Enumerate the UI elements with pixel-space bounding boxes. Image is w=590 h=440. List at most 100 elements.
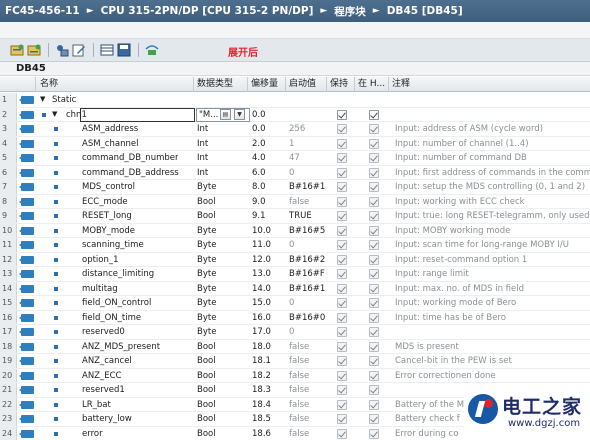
in-hmi-checkbox[interactable] [369,428,379,439]
header-offset[interactable]: 偏移量 [248,77,286,92]
element-type[interactable]: Bool [197,209,249,223]
in-hmi-checkbox[interactable] [369,356,379,366]
retain-checkbox[interactable] [337,399,347,410]
element-type[interactable]: Int [197,122,249,136]
element-name[interactable]: scanning_time [82,238,144,252]
element-type[interactable]: Byte [197,180,249,194]
edit-values-icon[interactable] [71,43,86,58]
table-row[interactable]: 5 command_DB_number Int 4.0 47 Input: number … [0,151,590,166]
in-hmi-checkbox[interactable] [369,399,379,410]
table-row[interactable]: 17 reserved0 Byte 17.0 0 [0,325,590,340]
in-hmi-checkbox[interactable] [369,240,379,250]
in-hmi-checkbox[interactable] [369,312,379,323]
chevron-down-icon[interactable]: ▼ [234,108,245,120]
element-start-value[interactable]: 256 [289,122,336,136]
element-start-value[interactable] [289,93,336,107]
retain-checkbox[interactable] [337,298,347,308]
in-hmi-checkbox[interactable] [369,298,379,308]
header-start-value[interactable]: 启动值 [286,77,327,92]
element-name[interactable]: ECC_mode [82,195,128,209]
element-type[interactable]: Bool [197,427,249,440]
element-start-value[interactable]: 47 [289,151,336,165]
table-row[interactable]: 7 MDS_control Byte 8.0 B#16#1 Input: setup th… [0,180,590,195]
element-type[interactable]: Byte [197,325,249,339]
retain-checkbox[interactable] [337,312,347,323]
element-type[interactable]: Bool [197,383,249,397]
element-start-value[interactable]: B#16#5 [289,224,336,238]
in-hmi-checkbox[interactable] [369,341,379,352]
in-hmi-checkbox[interactable] [369,167,379,178]
element-name[interactable]: ASM_channel [82,137,138,151]
retain-checkbox[interactable] [337,356,347,366]
element-start-value[interactable]: B#16#0 [289,311,336,325]
in-hmi-checkbox[interactable] [369,124,379,134]
element-comment[interactable]: Input: working mode of Bero [395,296,590,310]
table-row[interactable]: 15 field_ON_control Byte 15.0 0 Input: workin… [0,296,590,311]
element-name[interactable]: error [82,427,103,440]
in-hmi-checkbox[interactable] [369,283,379,294]
element-type[interactable]: Byte [197,282,249,296]
header-in-hmi[interactable]: 在 H... [355,77,389,92]
table-row[interactable]: 2 ▼ chn1 "M... ▤ ▼ 0.0 [0,107,590,122]
element-comment[interactable]: Cancel-bit in the PEW is set [395,354,590,368]
retain-checkbox[interactable] [337,254,347,265]
element-name[interactable]: distance_limiting [82,267,154,281]
in-hmi-checkbox[interactable] [369,370,379,381]
table-row[interactable]: 4 ASM_channel Int 2.0 1 Input: number of chan… [0,136,590,151]
element-comment[interactable] [395,325,590,339]
element-start-value[interactable] [289,108,336,122]
retain-checkbox[interactable] [337,211,347,221]
table-row[interactable]: 11 scanning_time Byte 11.0 0 Input: scan time… [0,238,590,253]
element-name[interactable]: reserved0 [82,325,125,339]
element-comment[interactable] [395,108,590,122]
element-name[interactable]: option_1 [82,253,119,267]
element-type[interactable]: Byte [197,267,249,281]
element-comment[interactable]: MDS is present [395,340,590,354]
element-name[interactable]: field_ON_time [82,311,141,325]
element-name[interactable]: Static [52,93,76,107]
element-type[interactable]: Byte [197,311,249,325]
element-name[interactable]: command_DB_address [82,166,179,180]
element-name[interactable]: LR_bat [82,398,111,412]
in-hmi-checkbox[interactable] [369,211,379,221]
element-comment[interactable]: Error correctionen done [395,369,590,383]
element-name[interactable]: field_ON_control [82,296,151,310]
retain-checkbox[interactable] [337,240,347,250]
breadcrumb-item[interactable]: 程序块 [334,4,366,19]
element-type[interactable]: Bool [197,412,249,426]
header-retain[interactable]: 保持 [327,77,355,92]
element-name[interactable]: MOBY_mode [82,224,135,238]
element-start-value[interactable]: 0 [289,325,336,339]
table-row[interactable]: 18 ANZ_MDS_present Bool 18.0 false MDS is pre… [0,339,590,354]
type-browse-icon[interactable]: ▤ [220,108,231,120]
table-row[interactable]: 8 ECC_mode Bool 9.0 false Input: working with… [0,194,590,209]
element-comment[interactable]: Input: range limit [395,267,590,281]
element-comment[interactable]: Input: working with ECC check [395,195,590,209]
element-type[interactable]: Int [197,166,249,180]
insert-row-icon[interactable] [9,43,24,58]
element-start-value[interactable]: B#16#1 [289,282,336,296]
element-type[interactable]: Bool [197,369,249,383]
element-comment[interactable]: Input: scan time for long-range MOBY I/U [395,238,590,252]
element-start-value[interactable]: 0 [289,238,336,252]
element-start-value[interactable]: false [289,383,336,397]
element-name[interactable]: ANZ_ECC [82,369,122,383]
in-hmi-checkbox[interactable] [369,254,379,265]
element-start-value[interactable]: false [289,340,336,354]
retain-checkbox[interactable] [337,167,347,178]
retain-checkbox[interactable] [337,225,347,236]
in-hmi-checkbox[interactable] [369,196,379,207]
retain-checkbox[interactable] [337,124,347,134]
element-start-value[interactable]: false [289,427,336,440]
retain-checkbox[interactable] [337,385,347,395]
table-row[interactable]: 6 command_DB_address Int 6.0 0 Input: first a… [0,165,590,180]
element-type[interactable]: Bool [197,354,249,368]
element-type[interactable]: Byte [197,296,249,310]
element-comment[interactable]: Input: time has be of Bero [395,311,590,325]
element-type[interactable]: Bool [197,340,249,354]
element-comment[interactable]: Input: max. no. of MDS in field [395,282,590,296]
table-row[interactable]: 20 ANZ_ECC Bool 18.2 false Error correctionen… [0,368,590,383]
in-hmi-checkbox[interactable] [369,153,379,163]
table-row[interactable]: 1 ▼ Static [0,93,590,108]
collapse-arrow-icon[interactable]: ▼ [52,110,57,118]
